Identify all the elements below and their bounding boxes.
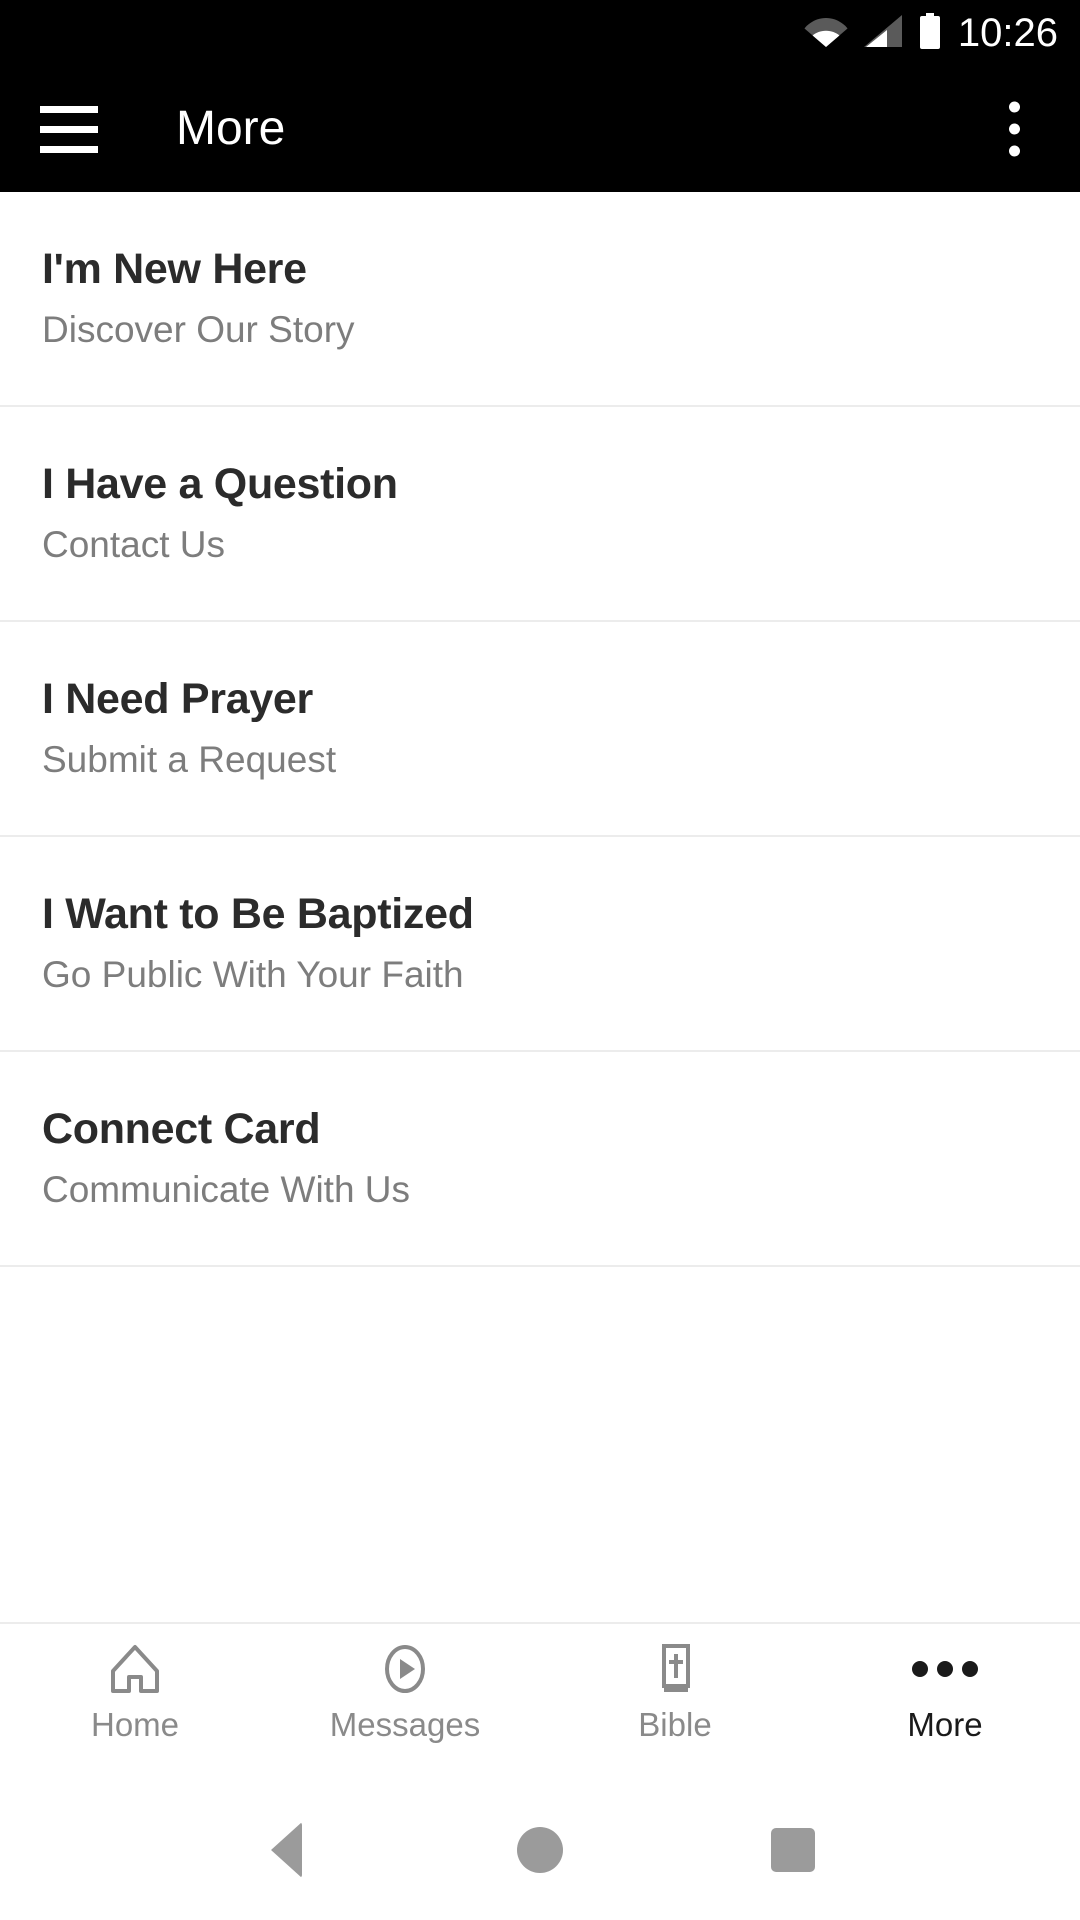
battery-icon	[918, 12, 942, 54]
recents-square-icon	[771, 1828, 816, 1872]
hamburger-menu-icon[interactable]	[40, 105, 136, 153]
list-item-subtitle: Contact Us	[42, 524, 226, 566]
recents-button[interactable]	[733, 1790, 853, 1910]
back-button[interactable]	[227, 1790, 347, 1910]
ellipsis-dot	[962, 1661, 978, 1677]
list-item-i-need-prayer[interactable]: I Need Prayer Submit a Request	[0, 622, 1080, 837]
tab-bible[interactable]: Bible	[540, 1638, 810, 1741]
list-item-title: I Need Prayer	[42, 675, 313, 723]
hamburger-bar	[40, 125, 98, 133]
list-item-subtitle: Submit a Request	[42, 739, 337, 781]
hamburger-bar	[40, 105, 98, 113]
bible-book-icon	[647, 1638, 703, 1700]
hamburger-bar	[40, 145, 98, 153]
house-icon	[107, 1638, 163, 1700]
play-circle-icon	[377, 1638, 433, 1700]
home-circle-icon	[516, 1827, 563, 1873]
list-item-title: I Have a Question	[42, 460, 398, 508]
list-item-title: Connect Card	[42, 1105, 321, 1153]
app-toolbar: More	[0, 66, 1080, 192]
phone-screen: 10:26 More I'm New Here Discover Our Sto…	[0, 0, 1080, 1920]
list-item-subtitle: Discover Our Story	[42, 309, 355, 351]
back-triangle-icon	[271, 1822, 303, 1878]
list-item-i-want-to-be-baptized[interactable]: I Want to Be Baptized Go Public With You…	[0, 837, 1080, 1052]
tab-label: Bible	[638, 1706, 712, 1743]
ellipsis-icon	[912, 1638, 978, 1700]
ellipsis-dot	[912, 1661, 928, 1677]
cellular-signal-icon	[862, 14, 904, 53]
ellipsis-dot	[937, 1661, 953, 1677]
overflow-dot	[1009, 145, 1020, 157]
list-item-subtitle: Communicate With Us	[42, 1169, 411, 1211]
android-system-nav-bar	[0, 1780, 1080, 1920]
list-item-title: I Want to Be Baptized	[42, 890, 474, 938]
home-button[interactable]	[480, 1790, 600, 1910]
list-item-subtitle: Go Public With Your Faith	[42, 954, 464, 996]
status-bar: 10:26	[0, 0, 1080, 66]
more-menu-list: I'm New Here Discover Our Story I Have a…	[0, 192, 1080, 1622]
bottom-tab-bar: Home Messages Bible More	[0, 1622, 1080, 1780]
list-item-i-have-a-question[interactable]: I Have a Question Contact Us	[0, 407, 1080, 622]
tab-home[interactable]: Home	[0, 1638, 270, 1741]
tab-label: Home	[90, 1706, 180, 1743]
list-item-im-new-here[interactable]: I'm New Here Discover Our Story	[0, 192, 1080, 407]
tab-label: Messages	[329, 1706, 481, 1743]
wifi-icon	[804, 14, 848, 53]
tab-label: More	[907, 1706, 983, 1743]
list-item-connect-card[interactable]: Connect Card Communicate With Us	[0, 1052, 1080, 1267]
page-title: More	[176, 102, 286, 155]
status-bar-clock: 10:26	[957, 11, 1058, 55]
overflow-dot	[1009, 123, 1020, 135]
tab-messages[interactable]: Messages	[270, 1638, 540, 1741]
overflow-dot	[1009, 101, 1020, 113]
tab-more[interactable]: More	[810, 1638, 1080, 1741]
list-item-title: I'm New Here	[42, 245, 307, 293]
overflow-menu-icon[interactable]	[991, 88, 1038, 171]
status-bar-icons	[804, 12, 942, 54]
